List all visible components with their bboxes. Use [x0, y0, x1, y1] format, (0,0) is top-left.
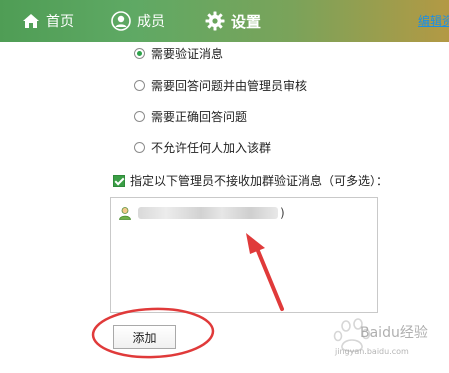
- nav-settings[interactable]: 设置: [205, 0, 261, 42]
- radio-selected[interactable]: [134, 48, 145, 59]
- redacted-name: [138, 207, 278, 219]
- option-label: 需要回答问题并由管理员审核: [151, 79, 308, 93]
- option-label: 不允许任何人加入该群: [151, 141, 272, 155]
- nav-members[interactable]: 成员: [111, 0, 165, 42]
- radio-unselected[interactable]: [134, 80, 145, 91]
- top-nav-bar: 首页 成员 设置 编辑资料: [0, 0, 449, 42]
- admin-exclusion-label: 指定以下管理员不接收加群验证消息（可多选）：: [130, 174, 389, 188]
- home-icon: [23, 14, 39, 28]
- option-label: 需要验证消息: [151, 47, 224, 61]
- watermark-subtext: jingyan.baidu.com: [335, 347, 409, 356]
- nav-settings-label: 设置: [231, 12, 262, 31]
- edit-profile-link[interactable]: 编辑资料: [418, 12, 449, 29]
- admin-exclusion-checkbox[interactable]: [113, 174, 125, 187]
- radio-unselected[interactable]: [134, 111, 145, 122]
- gear-icon: [205, 11, 225, 31]
- user-circle-icon: [111, 11, 131, 31]
- radio-unselected[interactable]: [134, 142, 145, 153]
- nav-home[interactable]: 首页: [22, 0, 74, 42]
- admin-list-box[interactable]: ): [110, 197, 378, 313]
- nav-home-label: 首页: [46, 14, 74, 30]
- option-require-message[interactable]: 需要验证消息: [134, 45, 223, 62]
- option-label: 需要正确回答问题: [151, 110, 248, 124]
- user-icon: [119, 207, 131, 220]
- add-admin-button[interactable]: 添加: [113, 325, 176, 349]
- admin-exclusion-row[interactable]: 指定以下管理员不接收加群验证消息（可多选）：: [113, 172, 388, 189]
- option-deny-all[interactable]: 不允许任何人加入该群: [134, 139, 271, 156]
- admin-list-item[interactable]: ): [118, 206, 285, 220]
- option-correct-answer[interactable]: 需要正确回答问题: [134, 108, 247, 125]
- watermark-text: Baidu经验: [360, 325, 428, 341]
- nav-members-label: 成员: [137, 14, 165, 30]
- admin-name-suffix: ): [280, 206, 285, 220]
- option-answer-and-review[interactable]: 需要回答问题并由管理员审核: [134, 77, 307, 94]
